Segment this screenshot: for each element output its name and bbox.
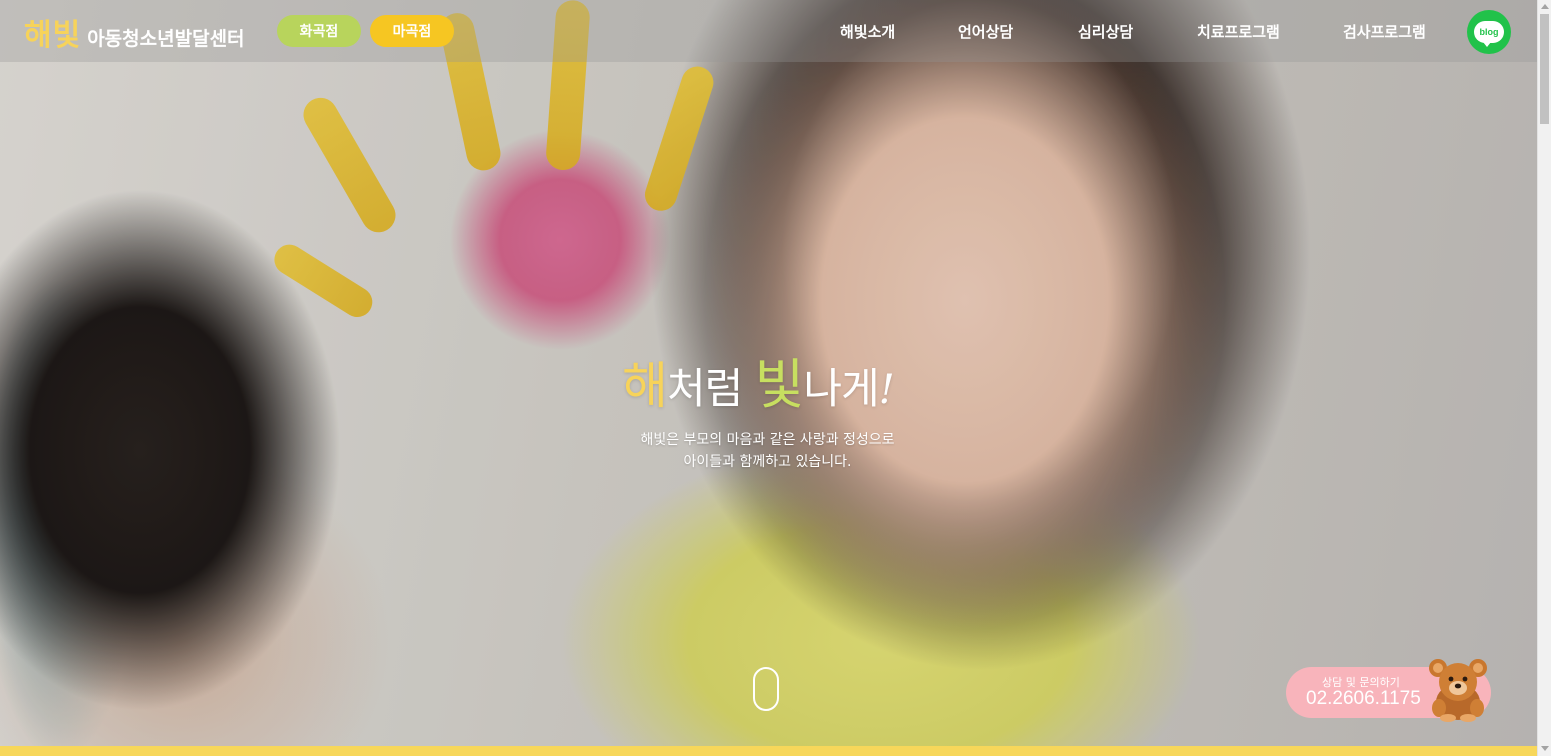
site-logo[interactable]: 해빛 아동청소년발달센터	[24, 10, 245, 53]
logo-subtitle: 아동청소년발달센터	[87, 28, 245, 50]
nav-item-language-counseling[interactable]: 언어상담	[958, 21, 1013, 42]
contact-phone: 02.2606.1175	[1306, 688, 1421, 709]
blog-bubble-icon: blog	[1474, 21, 1504, 47]
nav-item-therapy-programs[interactable]: 치료프로그램	[1197, 21, 1280, 42]
branch-hwagok-button[interactable]: 화곡점	[277, 15, 361, 47]
headline-part-5: !	[878, 367, 895, 413]
scroll-up-icon[interactable]	[1541, 4, 1549, 9]
branch-magok-button[interactable]: 마곡점	[370, 15, 454, 47]
headline-part-1: 해	[622, 357, 668, 415]
site-header: 해빛 아동청소년발달센터 화곡점 마곡점 해빛소개 언어상담 심리상담 치료프로…	[0, 0, 1537, 62]
headline-part-2: 처럼	[667, 364, 755, 413]
headline-part-4: 나게	[803, 364, 879, 413]
headline-part-3: 빛	[754, 353, 805, 416]
tagline-line-2: 아이들과 함께하고 있습니다.	[683, 454, 852, 470]
page: 해빛 아동청소년발달센터 화곡점 마곡점 해빛소개 언어상담 심리상담 치료프로…	[0, 0, 1551, 756]
hero-tagline: 해빛은 부모의 마음과 같은 사랑과 정성으로 아이들과 함께하고 있습니다.	[600, 429, 935, 473]
scroll-thumb[interactable]	[1540, 14, 1549, 124]
bottom-accent-bar	[0, 746, 1537, 756]
blog-label: blog	[1479, 27, 1499, 37]
logo-brand: 해빛	[24, 18, 82, 53]
scroll-down-icon[interactable]	[1541, 746, 1549, 751]
hero-headline: 해처럼 빛나게!	[622, 340, 895, 419]
tagline-line-1: 해빛은 부모의 마음과 같은 사랑과 정성으로	[640, 432, 895, 448]
scroll-mouse-icon[interactable]	[753, 667, 779, 711]
nav-item-assessment-programs[interactable]: 검사프로그램	[1343, 21, 1426, 42]
nav-item-about[interactable]: 해빛소개	[840, 21, 895, 42]
nav-item-psych-counseling[interactable]: 심리상담	[1078, 21, 1133, 42]
blog-button[interactable]: blog	[1467, 10, 1511, 54]
page-scrollbar[interactable]	[1537, 0, 1551, 756]
teddy-bear-icon	[1429, 659, 1487, 722]
